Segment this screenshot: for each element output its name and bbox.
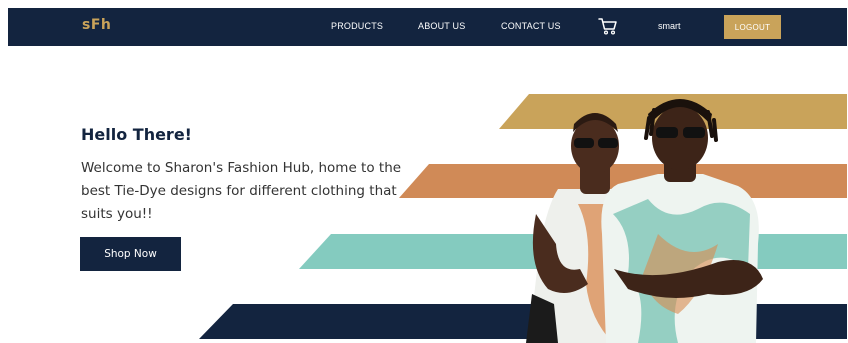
nav-about-link[interactable]: ABOUT US (418, 21, 465, 31)
navbar: sFh PRODUCTS ABOUT US CONTACT US smart L… (8, 8, 847, 46)
hero-models-image (526, 99, 763, 343)
brand-logo[interactable]: sFh (82, 17, 111, 33)
page: sFh PRODUCTS ABOUT US CONTACT US smart L… (8, 8, 847, 343)
hero-title: Hello There! (81, 125, 192, 144)
logout-button[interactable]: LOGOUT (724, 15, 781, 39)
shop-now-button[interactable]: Shop Now (80, 237, 181, 271)
nav-contact-link[interactable]: CONTACT US (501, 21, 561, 31)
shopping-cart-icon[interactable] (598, 17, 618, 35)
nav-products-link[interactable]: PRODUCTS (331, 21, 383, 31)
username-label: smart (658, 21, 681, 31)
hero-section: Hello There! Welcome to Sharon's Fashion… (8, 46, 847, 343)
hero-description: Welcome to Sharon's Fashion Hub, home to… (81, 160, 402, 222)
